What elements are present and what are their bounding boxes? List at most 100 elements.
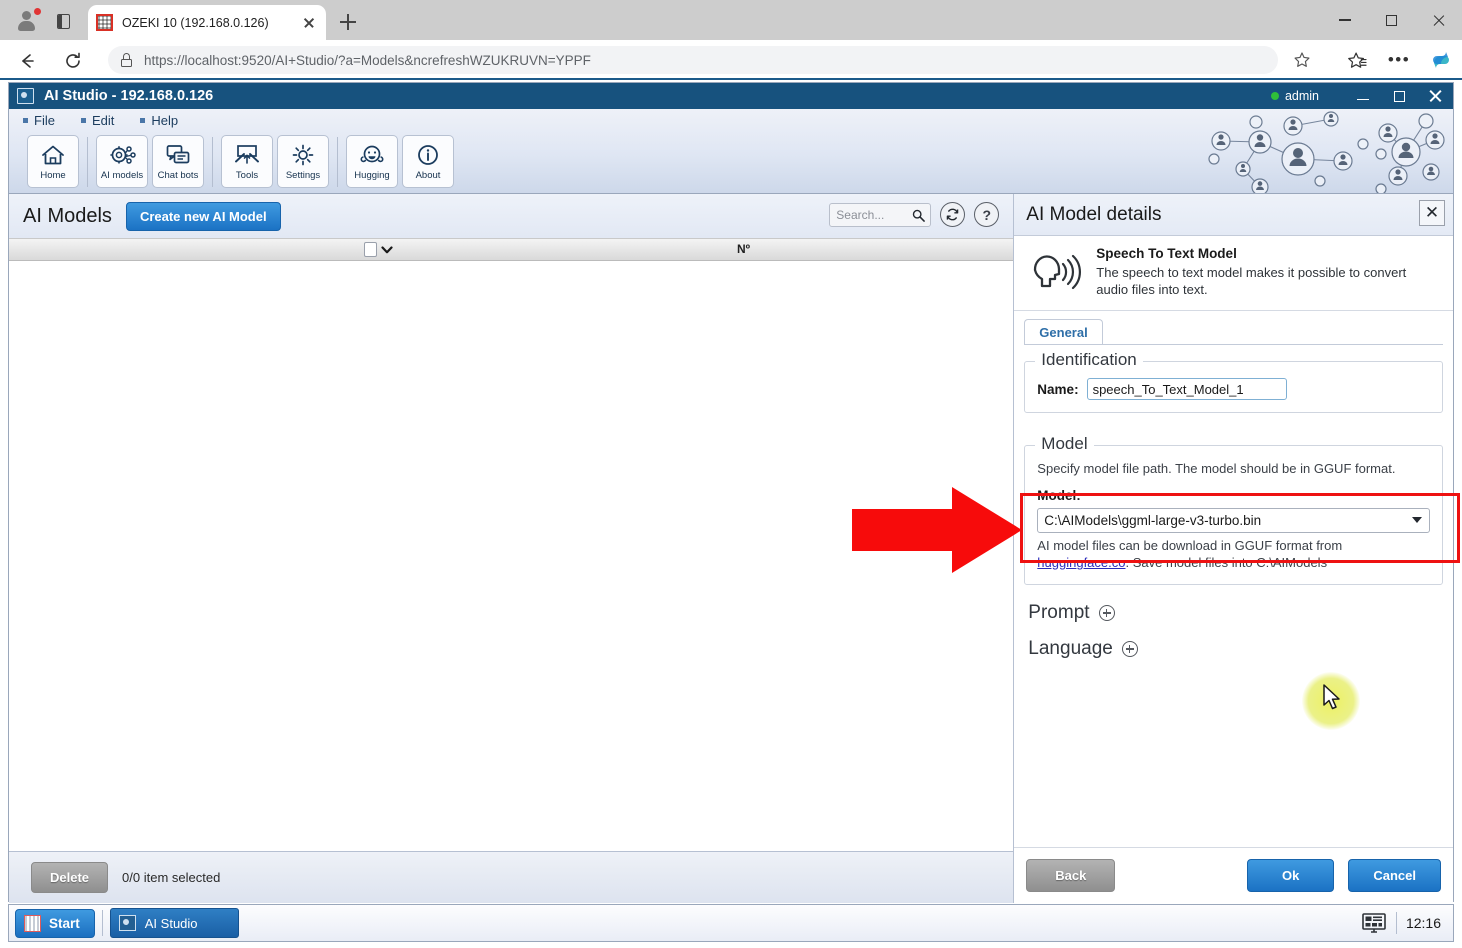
ai-studio-icon — [17, 88, 34, 104]
toolbar-button-about[interactable]: About — [402, 135, 454, 188]
cancel-button[interactable]: Cancel — [1348, 859, 1441, 892]
menu-item-file-label: File — [34, 113, 55, 128]
avatar-body — [18, 21, 35, 31]
name-label: Name: — [1037, 381, 1079, 397]
help-question-icon[interactable]: ? — [974, 202, 1000, 227]
browser-tab[interactable]: OZEKI 10 (192.168.0.126) — [88, 5, 326, 40]
show-desktop-icon[interactable] — [1361, 912, 1387, 934]
toolbar-button-home[interactable]: Home — [27, 135, 79, 188]
current-user-label[interactable]: admin — [1285, 89, 1319, 103]
favorite-star-icon[interactable] — [1288, 46, 1316, 74]
details-footer-right: Ok Cancel — [1247, 859, 1441, 892]
column-header-number[interactable]: Nº — [737, 242, 750, 256]
plus-circle-icon[interactable] — [1098, 604, 1115, 621]
tab-close-icon[interactable] — [300, 14, 318, 32]
selection-status: 0/0 item selected — [122, 870, 221, 885]
back-button[interactable]: Back — [1026, 859, 1116, 892]
tab-search-icon[interactable] — [50, 9, 76, 33]
profile-avatar[interactable] — [14, 8, 41, 34]
ai-models-table-header: Nº — [9, 238, 1014, 261]
huggingface-link[interactable]: huggingface.co — [1037, 555, 1125, 570]
speech-to-text-icon — [1026, 246, 1084, 298]
browser-minimize-button[interactable] — [1321, 0, 1368, 40]
select-all-checkbox[interactable] — [364, 242, 393, 257]
copilot-icon[interactable] — [1426, 46, 1456, 74]
ai-models-icon — [108, 141, 136, 169]
new-tab-button[interactable] — [336, 10, 360, 34]
screen-root: OZEKI 10 (192.168.0.126) https://localho — [0, 0, 1462, 948]
menu-bullet-icon — [140, 118, 146, 123]
app-header: File Edit Help Home AI models Chat bots … — [9, 109, 1453, 194]
ai-model-details-pane: AI Model details ✕ Speech To Text Model — [1014, 194, 1453, 903]
start-button[interactable]: Start — [15, 908, 95, 938]
plus-circle-icon[interactable] — [1121, 640, 1138, 657]
name-field[interactable] — [1086, 378, 1287, 401]
toolbar-label-home: Home — [40, 170, 66, 181]
section-language[interactable]: Language — [1028, 633, 1453, 665]
details-footer: Back Ok Cancel — [1014, 847, 1453, 903]
app-minimize-button[interactable] — [1345, 83, 1381, 109]
model-select-field[interactable]: C:\AIModels\ggml-large-v3-turbo.bin — [1037, 507, 1430, 533]
toolbar-group-tools: Tools Settings — [213, 135, 337, 188]
taskbar-item-ai-studio[interactable]: AI Studio — [109, 908, 239, 938]
close-icon[interactable]: ✕ — [1419, 200, 1445, 226]
select-all-box — [364, 242, 377, 257]
ok-button[interactable]: Ok — [1247, 859, 1335, 892]
browser-more-icon[interactable]: ••• — [1384, 46, 1414, 74]
model-select-value: C:\AIModels\ggml-large-v3-turbo.bin — [1044, 512, 1262, 528]
start-label: Start — [49, 915, 80, 931]
model-type-text: Speech To Text Model The speech to text … — [1096, 246, 1441, 298]
tools-icon — [233, 141, 261, 169]
taskbar-clock[interactable]: 12:16 — [1406, 915, 1441, 931]
chevron-down-icon[interactable] — [1412, 517, 1422, 524]
toolbar-label-settings: Settings — [285, 170, 321, 181]
about-info-icon — [415, 141, 441, 169]
menu-bullet-icon — [23, 118, 28, 123]
tab-general[interactable]: General — [1024, 319, 1103, 346]
browser-close-button[interactable] — [1415, 0, 1462, 40]
refresh-icon[interactable] — [940, 202, 966, 227]
search-input[interactable]: Search... — [829, 202, 932, 227]
menu-item-file[interactable]: File — [23, 113, 55, 128]
details-spacer — [1014, 669, 1453, 847]
search-icon — [913, 209, 926, 222]
ai-models-header-actions: Search... ? — [829, 202, 1000, 227]
identification-fieldset: Identification Name: — [1024, 350, 1443, 414]
search-placeholder: Search... — [836, 207, 885, 222]
prompt-label: Prompt — [1028, 601, 1090, 623]
toolbar-button-settings[interactable]: Settings — [277, 135, 329, 188]
toolbar-button-hugging[interactable]: Hugging — [346, 135, 398, 188]
browser-maximize-button[interactable] — [1368, 0, 1415, 40]
toolbar-group-home: Home — [19, 135, 87, 188]
section-prompt[interactable]: Prompt — [1028, 597, 1453, 629]
toolbar-label-about: About — [415, 170, 441, 181]
toolbar-label-hugging: Hugging — [354, 170, 390, 181]
app-toolbar: Home AI models Chat bots Tools Settings … — [19, 135, 462, 188]
address-bar[interactable]: https://localhost:9520/AI+Studio/?a=Mode… — [108, 46, 1278, 74]
collections-icon[interactable] — [1342, 46, 1372, 74]
delete-button[interactable]: Delete — [31, 862, 109, 893]
chevron-down-icon[interactable] — [381, 245, 393, 255]
taskbar-separator — [101, 910, 103, 936]
back-arrow-icon[interactable] — [14, 48, 40, 73]
settings-gear-icon — [290, 141, 316, 169]
browser-tab-strip: OZEKI 10 (192.168.0.126) — [0, 0, 1462, 40]
menu-item-edit-label: Edit — [91, 113, 115, 128]
app-close-button[interactable] — [1417, 83, 1453, 109]
tray-separator — [1395, 912, 1397, 934]
model-type-name: Speech To Text Model — [1096, 246, 1237, 261]
ozeki-favicon — [96, 14, 113, 31]
app-title-bar-right: admin — [1270, 83, 1453, 109]
toolbar-button-chat-bots[interactable]: Chat bots — [152, 135, 204, 188]
toolbar-button-tools[interactable]: Tools — [221, 135, 273, 188]
menu-item-edit[interactable]: Edit — [80, 113, 115, 128]
reload-icon[interactable] — [60, 48, 86, 73]
model-footnote: AI model files can be download in GGUF f… — [1037, 537, 1430, 572]
avatar-head — [22, 11, 31, 20]
toolbar-label-chat-bots: Chat bots — [157, 170, 199, 181]
toolbar-button-ai-models[interactable]: AI models — [96, 135, 148, 188]
create-new-ai-model-button[interactable]: Create new AI Model — [125, 201, 281, 231]
menu-item-help[interactable]: Help — [140, 113, 178, 128]
tabs-rule — [1024, 344, 1443, 346]
app-maximize-button[interactable] — [1381, 83, 1417, 109]
